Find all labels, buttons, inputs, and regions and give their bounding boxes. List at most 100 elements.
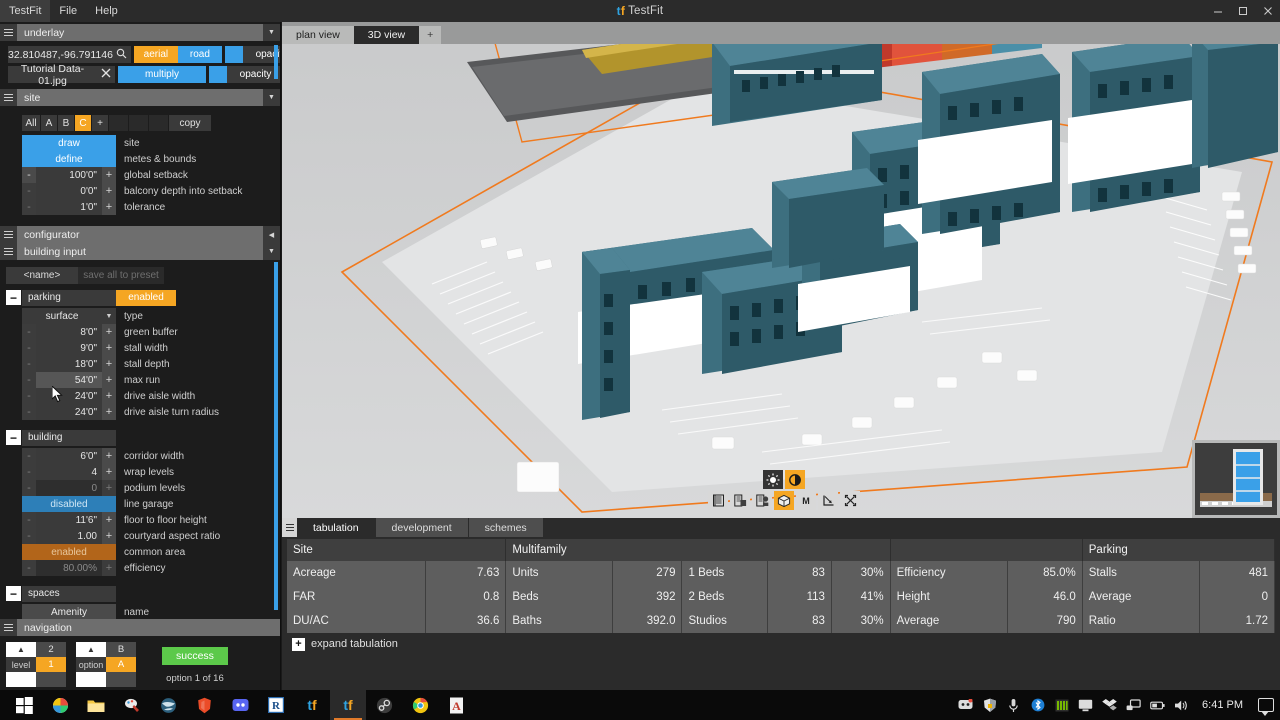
- level-up-button[interactable]: ▲: [6, 642, 36, 657]
- increment-corridor-width[interactable]: +: [102, 448, 116, 464]
- increment-turn-radius[interactable]: +: [102, 404, 116, 420]
- decrement-global-setback[interactable]: -: [22, 167, 36, 183]
- underlay-file-input[interactable]: Tutorial Data-01.jpg: [8, 66, 115, 83]
- revit-icon[interactable]: R: [258, 690, 294, 720]
- cell-1beds-label[interactable]: 1 Beds: [682, 561, 767, 585]
- parking-enabled-badge[interactable]: enabled: [116, 290, 176, 306]
- viewport-3d[interactable]: plan view 3D view +: [282, 22, 1280, 518]
- increment-efficiency[interactable]: +: [102, 560, 116, 576]
- site-copy-button[interactable]: copy: [169, 115, 211, 131]
- increment-floor-to-floor[interactable]: +: [102, 512, 116, 528]
- decrement-turn-radius[interactable]: -: [22, 404, 36, 420]
- tab-tabulation[interactable]: tabulation: [297, 518, 375, 537]
- road-toggle[interactable]: road: [178, 46, 222, 63]
- dropdown-parking-type[interactable]: surface ▼: [22, 308, 116, 324]
- search-icon[interactable]: [113, 48, 131, 62]
- massing-icon[interactable]: [774, 491, 794, 510]
- network-icon[interactable]: [1126, 698, 1141, 713]
- site-tab-b[interactable]: B: [58, 115, 74, 131]
- value-drive-aisle-turn-radius[interactable]: 24'0": [36, 404, 102, 420]
- stack-icon[interactable]: [730, 491, 750, 510]
- display-icon[interactable]: [1078, 698, 1093, 713]
- minimize-button[interactable]: [1205, 0, 1230, 22]
- cell-2beds-label[interactable]: 2 Beds: [682, 585, 767, 609]
- decrement-wrap-levels[interactable]: -: [22, 464, 36, 480]
- fullscreen-icon[interactable]: [840, 491, 860, 510]
- increment-global-setback[interactable]: +: [102, 167, 116, 183]
- defender-icon[interactable]: [982, 698, 997, 713]
- unit-mix-icon[interactable]: [752, 491, 772, 510]
- increment-tolerance[interactable]: +: [102, 199, 116, 215]
- increment-courtyard-ratio[interactable]: +: [102, 528, 116, 544]
- option-down-button[interactable]: [76, 672, 106, 687]
- building-input-scrollbar[interactable]: [274, 262, 278, 610]
- value-wrap-levels[interactable]: 4: [36, 464, 102, 480]
- value-corridor-width[interactable]: 6'0": [36, 448, 102, 464]
- taskbar-clock[interactable]: 6:41 PM: [1202, 699, 1243, 711]
- drag-handle-icon[interactable]: [0, 24, 17, 41]
- opacity-swatch-1[interactable]: [225, 46, 243, 63]
- drag-handle-icon-bottom[interactable]: [282, 518, 297, 537]
- maximize-button[interactable]: [1230, 0, 1255, 22]
- minimap-thumbnail[interactable]: [1192, 440, 1280, 518]
- decrement-stall-depth[interactable]: -: [22, 356, 36, 372]
- collapse-building-icon[interactable]: −: [6, 430, 21, 445]
- coordinates-input[interactable]: 32.810487,-96.791146: [8, 46, 131, 63]
- increment-max-run[interactable]: +: [102, 372, 116, 388]
- site-tab-c[interactable]: C: [75, 115, 91, 131]
- option-up-button[interactable]: ▲: [76, 642, 106, 657]
- value-drive-aisle-width[interactable]: 24'0": [36, 388, 102, 404]
- decrement-efficiency[interactable]: -: [22, 560, 36, 576]
- value-green-buffer[interactable]: 8'0": [36, 324, 102, 340]
- drag-handle-icon-building-input[interactable]: [0, 243, 17, 260]
- dimension-icon[interactable]: [818, 491, 838, 510]
- decrement-podium-levels[interactable]: -: [22, 480, 36, 496]
- level-down-button[interactable]: [6, 672, 36, 687]
- toggle-line-garage[interactable]: disabled: [22, 496, 116, 512]
- decrement-stall-width[interactable]: -: [22, 340, 36, 356]
- value-courtyard-aspect-ratio[interactable]: 1.00: [36, 528, 102, 544]
- testfit-active-icon[interactable]: tf: [330, 690, 366, 720]
- increment-wrap-levels[interactable]: +: [102, 464, 116, 480]
- menu-testfit[interactable]: TestFit: [0, 0, 50, 22]
- sun-icon[interactable]: [763, 470, 783, 489]
- level-current[interactable]: 1: [36, 657, 66, 672]
- menu-file[interactable]: File: [50, 0, 86, 22]
- chrome-icon[interactable]: [402, 690, 438, 720]
- panel-header-underlay[interactable]: underlay ▼: [0, 24, 280, 41]
- amenity-button[interactable]: Amenity: [22, 604, 116, 620]
- panel-header-navigation[interactable]: navigation: [0, 619, 280, 636]
- collapse-parking-icon[interactable]: −: [6, 290, 21, 305]
- units-toggle-button[interactable]: M: [796, 491, 816, 510]
- decrement-drive-aisle-width[interactable]: -: [22, 388, 36, 404]
- drag-handle-icon-configurator[interactable]: [0, 226, 17, 243]
- decrement-max-run[interactable]: -: [22, 372, 36, 388]
- value-stall-depth[interactable]: 18'0": [36, 356, 102, 372]
- increment-podium-levels[interactable]: +: [102, 480, 116, 496]
- value-tolerance[interactable]: 1'0": [36, 199, 102, 215]
- menu-help[interactable]: Help: [86, 0, 127, 22]
- site-tab-a[interactable]: A: [41, 115, 57, 131]
- option-current[interactable]: A: [106, 657, 136, 672]
- globe-icon[interactable]: [150, 690, 186, 720]
- opacity-swatch-2[interactable]: [209, 66, 227, 83]
- increment-green-buffer[interactable]: +: [102, 324, 116, 340]
- tab-3d-view[interactable]: 3D view: [354, 26, 419, 44]
- drag-handle-icon-site[interactable]: [0, 89, 17, 106]
- decrement-balcony-depth[interactable]: -: [22, 183, 36, 199]
- chevron-down-icon-underlay[interactable]: ▼: [263, 24, 280, 41]
- brave-icon[interactable]: [186, 690, 222, 720]
- chevron-down-icon-site[interactable]: ▼: [263, 89, 280, 106]
- increment-stall-depth[interactable]: +: [102, 356, 116, 372]
- increment-balcony-depth[interactable]: +: [102, 183, 116, 199]
- status-badge-success[interactable]: success: [162, 647, 228, 665]
- drag-handle-icon-navigation[interactable]: [0, 619, 17, 636]
- testfit-icon[interactable]: tf: [294, 690, 330, 720]
- dropbox-icon[interactable]: [1102, 698, 1117, 713]
- expand-icon[interactable]: +: [292, 638, 305, 651]
- chevron-left-icon-configurator[interactable]: ◀: [263, 226, 280, 243]
- opacity-label-2[interactable]: opacity: [227, 66, 280, 83]
- decrement-corridor-width[interactable]: -: [22, 448, 36, 464]
- increment-stall-width[interactable]: +: [102, 340, 116, 356]
- decrement-floor-to-floor[interactable]: -: [22, 512, 36, 528]
